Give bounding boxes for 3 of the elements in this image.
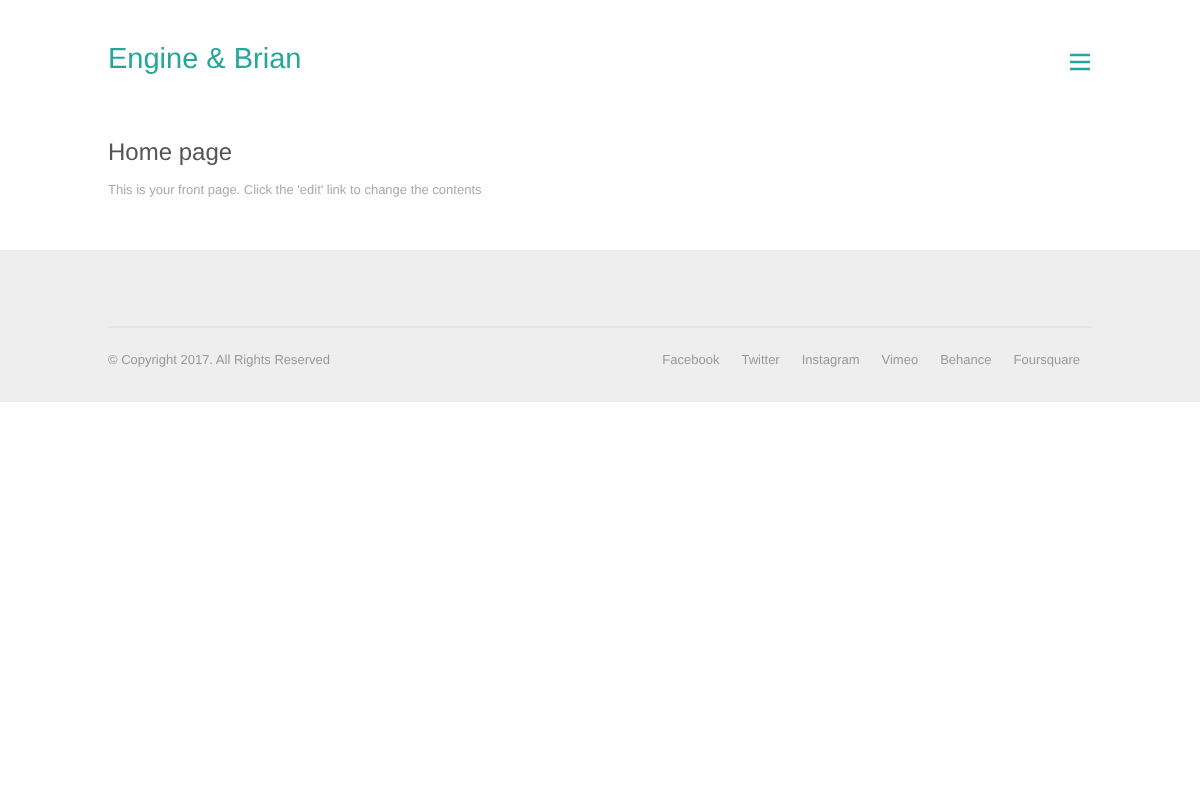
page-heading: Home page bbox=[108, 138, 235, 167]
site-title[interactable]: Engine & Brian bbox=[108, 40, 302, 84]
menu-icon[interactable] bbox=[1068, 52, 1092, 72]
